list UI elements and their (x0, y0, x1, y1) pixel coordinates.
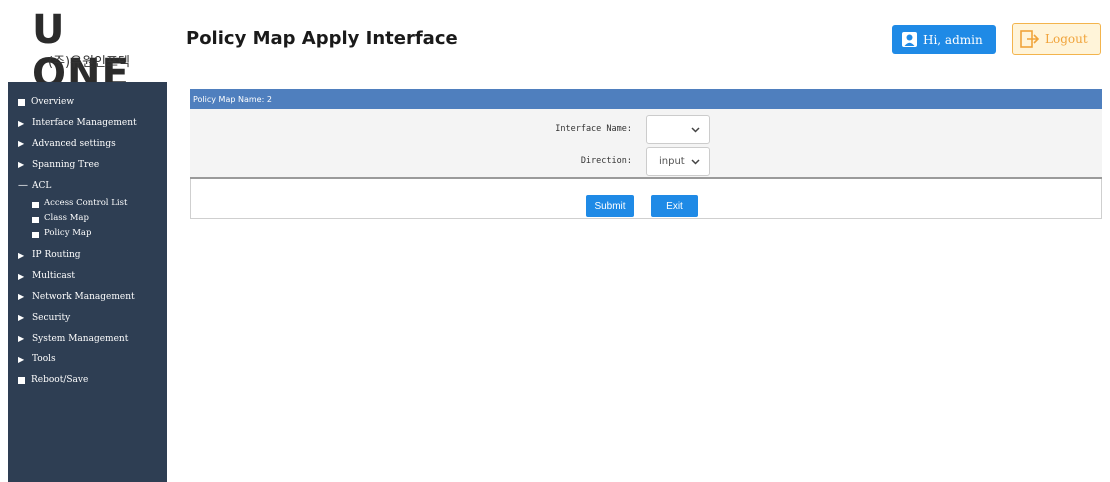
sidebar-item-network-management[interactable]: ▶ Network Management (8, 287, 167, 308)
chevron-down-icon (691, 159, 700, 165)
sidebar-item-label: Network Management (32, 291, 135, 302)
triangle-right-icon: ▶ (18, 250, 25, 260)
logout-button[interactable]: Logout (1012, 23, 1101, 55)
sidebar-item-ip-routing[interactable]: ▶ IP Routing (8, 245, 167, 266)
form-actions: Submit Exit (190, 179, 1102, 219)
sidebar-item-label: Interface Management (32, 118, 137, 129)
direction-value: input (659, 156, 685, 167)
interface-name-row: Interface Name: (190, 115, 1102, 145)
sidebar-item-multicast[interactable]: ▶ Multicast (8, 266, 167, 287)
sidebar-subitem-label: Class Map (44, 213, 89, 224)
sidebar-item-advanced-settings[interactable]: ▶ Advanced settings (8, 134, 167, 155)
sidebar-item-overview[interactable]: Overview (8, 92, 167, 113)
sidebar-item-label: Multicast (32, 271, 76, 282)
sidebar-item-label: Security (32, 312, 71, 323)
sidebar-nav: Overview ▶ Interface Management ▶ Advanc… (8, 82, 167, 482)
square-icon (32, 231, 39, 238)
interface-name-select[interactable] (646, 115, 710, 144)
chevron-down-icon (691, 127, 700, 133)
sidebar-item-security[interactable]: ▶ Security (8, 307, 167, 328)
logo-subtitle: (주)유원인포텍 (48, 55, 130, 70)
direction-row: Direction: input (190, 147, 1102, 177)
sidebar-item-system-management[interactable]: ▶ System Management (8, 328, 167, 349)
square-icon (32, 201, 39, 208)
sidebar-item-tools[interactable]: ▶ Tools (8, 349, 167, 370)
square-icon (18, 98, 25, 106)
direction-label: Direction: (580, 156, 632, 166)
sidebar-item-interface-management[interactable]: ▶ Interface Management (8, 113, 167, 134)
interface-name-label: Interface Name: (555, 124, 632, 134)
user-greeting: Hi, admin (923, 32, 983, 47)
triangle-right-icon: ▶ (18, 334, 25, 344)
policy-map-name-header: Policy Map Name: 2 (190, 89, 1102, 109)
page-title: Policy Map Apply Interface (186, 28, 458, 49)
sidebar-item-label: Reboot/Save (31, 375, 89, 386)
triangle-right-icon: ▶ (18, 160, 25, 170)
sidebar-item-reboot-save[interactable]: Reboot/Save (8, 370, 167, 391)
sidebar-subitem-class-map[interactable]: Class Map (8, 211, 167, 226)
square-icon (18, 376, 25, 384)
sidebar-item-label: Tools (32, 354, 56, 365)
sidebar-subitem-policy-map[interactable]: Policy Map (8, 226, 167, 241)
direction-select[interactable]: input (646, 147, 710, 176)
square-icon (32, 216, 39, 223)
sidebar-item-label: IP Routing (32, 250, 81, 261)
sidebar-item-label: ACL (32, 180, 52, 191)
triangle-right-icon: ▶ (18, 271, 25, 281)
sidebar-item-acl[interactable]: — ACL (8, 175, 167, 196)
apply-form: Interface Name: Direction: input (190, 109, 1102, 179)
sidebar-item-label: Spanning Tree (32, 159, 100, 170)
sidebar-item-label: Advanced settings (32, 138, 116, 149)
triangle-right-icon: ▶ (18, 139, 25, 149)
user-menu-button[interactable]: Hi, admin (892, 25, 996, 54)
sidebar-item-label: System Management (32, 333, 129, 344)
sidebar-item-spanning-tree[interactable]: ▶ Spanning Tree (8, 154, 167, 175)
logout-label: Logout (1045, 32, 1088, 46)
logout-icon (1020, 30, 1040, 48)
submit-button[interactable]: Submit (586, 195, 634, 217)
triangle-right-icon: ▶ (18, 313, 25, 323)
triangle-right-icon: ▶ (18, 292, 25, 302)
exit-button[interactable]: Exit (651, 195, 698, 217)
sidebar-subitem-label: Policy Map (44, 228, 92, 239)
sidebar-item-label: Overview (31, 97, 75, 108)
sidebar-subitem-access-control-list[interactable]: Access Control List (8, 196, 167, 211)
triangle-right-icon: ▶ (18, 118, 25, 128)
sidebar-subitem-label: Access Control List (44, 198, 128, 209)
triangle-right-icon: ▶ (18, 354, 25, 364)
company-logo: U ONE (주)유원인포텍 (28, 8, 168, 96)
minus-icon: — (18, 180, 28, 192)
user-icon (902, 32, 917, 47)
